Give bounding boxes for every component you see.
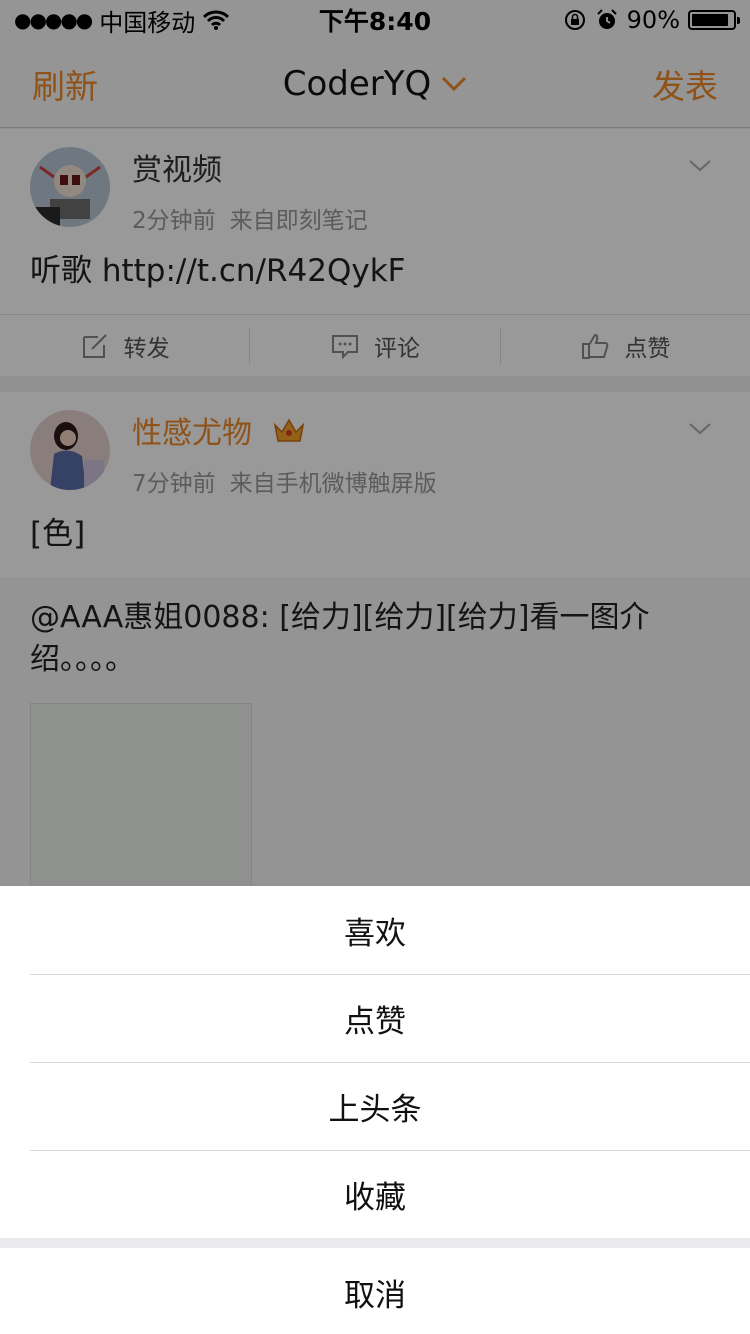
action-sheet: 喜欢 点赞 上头条 收藏 取消	[0, 886, 750, 1334]
sheet-item-headline[interactable]: 上头条	[0, 1062, 750, 1150]
sheet-item-favorite-like[interactable]: 喜欢	[0, 886, 750, 974]
action-sheet-options: 喜欢 点赞 上头条 收藏	[0, 886, 750, 1238]
sheet-item-collect[interactable]: 收藏	[0, 1150, 750, 1238]
sheet-separator	[0, 1238, 750, 1248]
cancel-button[interactable]: 取消	[0, 1248, 750, 1334]
sheet-item-thumbs-up[interactable]: 点赞	[0, 974, 750, 1062]
